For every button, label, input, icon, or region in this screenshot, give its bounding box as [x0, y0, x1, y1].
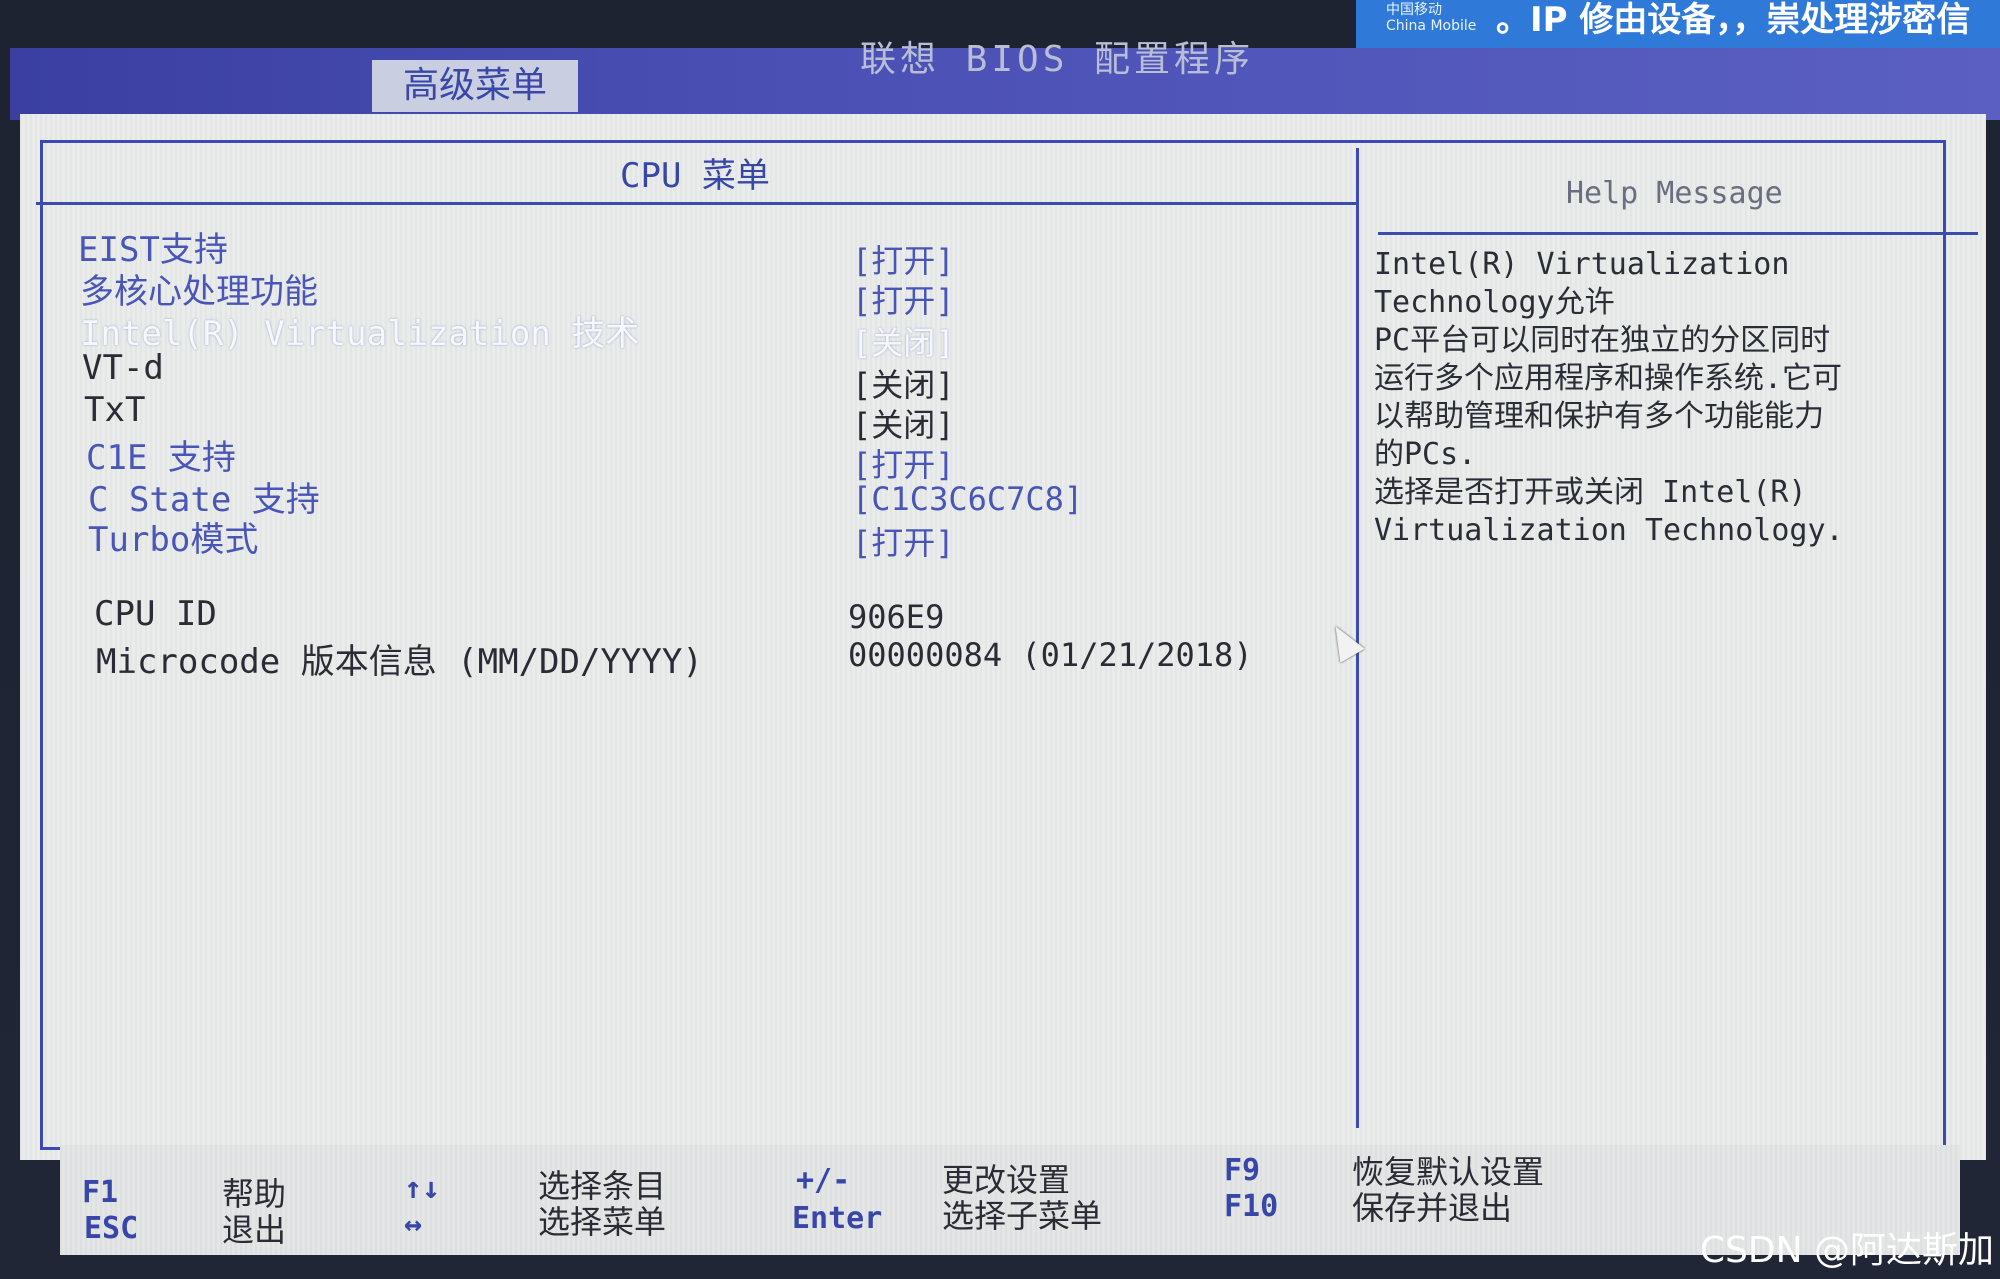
bios-title: 联想 BIOS 配置程序	[860, 39, 1255, 80]
key-esc[interactable]: ESC	[84, 1211, 138, 1246]
key-f9[interactable]: F9	[1224, 1153, 1260, 1188]
help-line: 以帮助管理和保护有多个功能能力	[1374, 399, 1824, 434]
help-title: Help Message	[1566, 176, 1783, 211]
menu-title: CPU 菜单	[620, 156, 770, 196]
help-line: Virtualization Technology.	[1374, 513, 1844, 548]
cpu-id-label: CPU ID	[94, 594, 217, 634]
bios-screen: 联想 BIOS 配置程序 高级菜单 中国移动 China Mobile 。IP …	[0, 0, 2000, 1279]
logo-line-2: China Mobile	[1386, 18, 1477, 34]
key-esc-desc: 退出	[222, 1211, 287, 1249]
help-line: 选择是否打开或关闭 Intel(R)	[1374, 475, 1807, 510]
help-line: 运行多个应用程序和操作系统.它可	[1374, 361, 1843, 396]
help-line: PC平台可以同时在独立的分区同时	[1374, 323, 1831, 358]
menu-value-turbo[interactable]: [打开]	[852, 518, 955, 564]
logo-line-1: 中国移动	[1386, 2, 1442, 18]
menu-item-txt[interactable]: TxT	[84, 390, 145, 430]
microcode-label: Microcode 版本信息 (MM/DD/YYYY)	[96, 642, 703, 682]
help-line: Technology允许	[1374, 285, 1615, 320]
menu-title-rule	[36, 202, 1356, 205]
microcode-value: 00000084 (01/21/2018)	[848, 636, 1253, 674]
key-f10-desc: 保存并退出	[1352, 1189, 1513, 1227]
key-enter[interactable]: Enter	[792, 1201, 882, 1236]
key-updown-icon[interactable]: ↑↓	[404, 1171, 440, 1206]
menu-item-turbo[interactable]: Turbo模式	[88, 512, 258, 561]
menu-item-vtd[interactable]: VT-d	[82, 348, 164, 388]
help-line: Intel(R) Virtualization	[1374, 247, 1790, 282]
menu-value-cstate[interactable]: [C1C3C6C7C8]	[852, 480, 1083, 518]
notification-banner: 中国移动 China Mobile 。IP 修由设备，，崇处理涉密信	[1356, 0, 2000, 48]
china-mobile-logo: 中国移动 China Mobile	[1386, 2, 1476, 34]
help-title-rule	[1378, 232, 1978, 235]
tab-advanced-menu[interactable]: 高级菜单	[372, 60, 578, 112]
menu-item-virtualization[interactable]: Intel(R) Virtualization 技术	[80, 306, 639, 355]
key-leftright-desc: 选择菜单	[538, 1203, 667, 1241]
key-f1[interactable]: F1	[82, 1175, 118, 1210]
banner-text: 。IP 修由设备，，崇处理涉密信	[1496, 0, 1971, 40]
csdn-watermark: CSDN @阿达斯加	[1699, 1230, 1994, 1271]
cpu-id-value: 906E9	[848, 598, 945, 636]
key-f10[interactable]: F10	[1224, 1189, 1278, 1224]
menu-value-multicore[interactable]: [打开]	[852, 276, 955, 322]
key-enter-desc: 选择子菜单	[942, 1197, 1103, 1235]
menu-value-virtualization[interactable]: [关闭]	[852, 318, 955, 364]
help-line: 的PCs.	[1374, 437, 1477, 472]
key-plusminus[interactable]: +/-	[796, 1163, 850, 1198]
key-leftright-icon[interactable]: ↔	[404, 1207, 422, 1242]
help-text: Intel(R) Virtualization Technology允许 PC平…	[1374, 246, 1964, 550]
